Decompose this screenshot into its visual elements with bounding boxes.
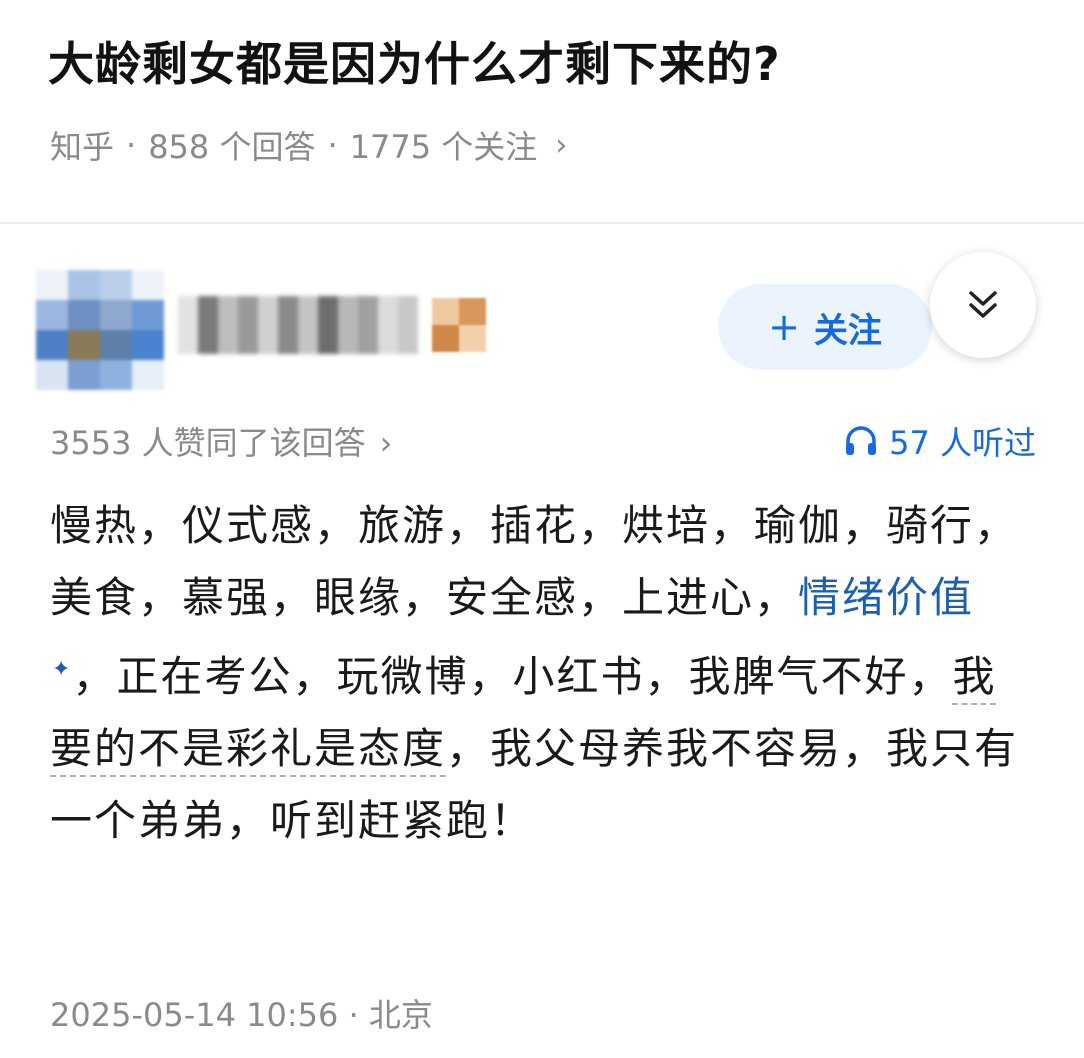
listen-label: 57 人听过 [889,424,1036,462]
source-label: 知乎 [50,128,115,166]
sparkle-icon: ✦ [52,657,73,682]
follower-count: 1775 个关注 [349,128,538,166]
chevron-right-icon: › [555,127,568,163]
post-footer: 2025-05-14 10:56 · 北京 [50,990,433,1036]
location: 北京 [368,996,433,1034]
answer-content[interactable]: 慢热，仪式感，旅游，插花，烘培，瑜伽，骑行，美食，慕强，眼缘，安全感，上进心，情… [50,490,1040,857]
headphones-icon [846,426,877,455]
upvote-summary[interactable]: 3553 人赞同了该回答 › [50,418,392,464]
follow-label: 关注 [813,310,882,351]
listen-count[interactable]: 57 人听过 [843,418,1036,464]
upvote-count: 3553 人赞同了该回答 [50,424,366,462]
question-meta[interactable]: 知乎 · 858 个回答 · 1775 个关注 › [50,122,567,168]
double-chevron-down-icon [969,291,997,318]
chevron-right-icon: › [379,424,393,462]
collapse-button[interactable] [930,252,1036,358]
footer-separator: · [348,996,359,1034]
divider [0,222,1084,224]
meta-separator: · [327,126,338,164]
follow-button[interactable]: + 关注 [718,284,932,370]
meta-separator: · [126,126,137,164]
answer-text: ，正在考公，玩微博，小红书，我脾气不好， [72,652,953,701]
plus-icon: + [768,305,800,349]
author-name[interactable] [178,296,418,354]
avatar[interactable] [36,270,164,390]
keyword-link-text: 情绪价值 [798,573,975,622]
question-title[interactable]: 大龄剩女都是因为什么才剩下来的? [48,28,781,94]
author-badge [432,298,486,352]
answer-count: 858 个回答 [148,128,316,166]
timestamp: 2025-05-14 10:56 [50,996,339,1034]
